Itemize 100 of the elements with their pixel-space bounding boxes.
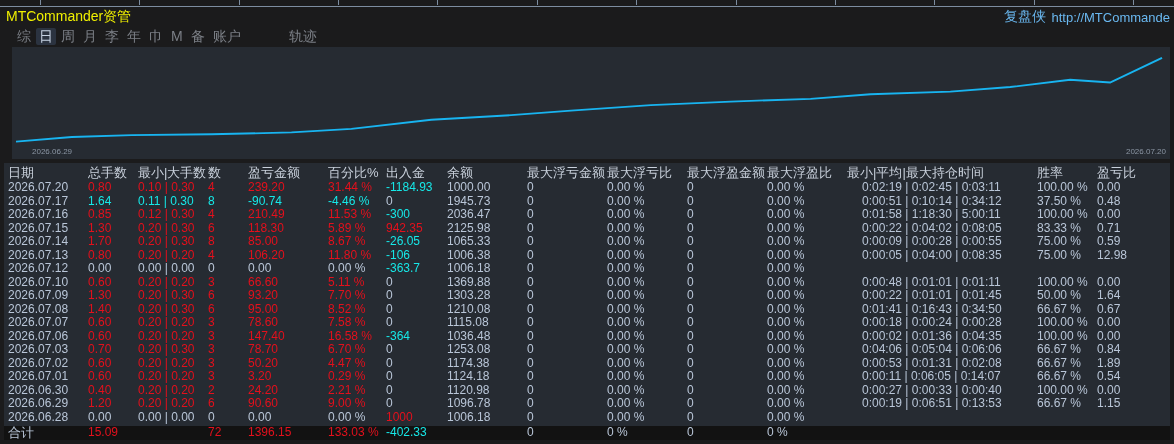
period-tab[interactable]: 巾 xyxy=(146,27,166,45)
table-cell-text: 0.00 | 0.00 xyxy=(138,410,196,424)
column-header: 盈亏金额 xyxy=(248,165,301,181)
table-cell-text: 0.00 % xyxy=(767,383,806,397)
time-cell-text: 0:00:48 | 0:01:01 | 0:01:11 xyxy=(861,275,1002,289)
table-cell-text: 4.47 % xyxy=(328,356,367,370)
column-header: 最大浮盈金额 xyxy=(687,165,766,181)
table-cell-text: 0.00 % xyxy=(767,289,806,303)
column-header: 日期 xyxy=(8,165,35,181)
table-cell-text: 0 xyxy=(687,289,695,303)
table-cell-text: 4 xyxy=(208,208,216,222)
table-cell-text: 0.00 % xyxy=(607,289,646,303)
table-cell-text: -90.74 xyxy=(248,194,284,208)
table-cell-text: 50.20 xyxy=(248,356,280,370)
column-header: 胜率 xyxy=(1037,165,1064,181)
table-cell-text: 2036.47 xyxy=(447,208,492,222)
total-label: 合计 xyxy=(8,426,35,440)
table-cell-text: 1096.78 xyxy=(447,397,492,411)
table-cell-text: 0.00 | 0.00 xyxy=(138,262,196,276)
table-cell-text: 3 xyxy=(208,329,216,343)
table-cell-text: 95.00 xyxy=(248,302,280,316)
table-cell-text: 0 xyxy=(527,208,535,222)
axis-label: 2026.06.29 xyxy=(32,147,73,156)
table-cell-text: 66.67 % xyxy=(1037,370,1083,384)
table-cell-text: 0.48 xyxy=(1097,194,1122,208)
period-tab[interactable]: 账户 xyxy=(209,27,244,45)
table-cell-text: 0 xyxy=(687,302,695,316)
table-cell-text: 1253.08 xyxy=(447,343,492,357)
table-cell-text: 0.20 | 0.20 xyxy=(138,397,196,411)
table-cell-text: 0.00 xyxy=(1097,181,1122,195)
table-cell-text: 12.98 xyxy=(1097,248,1129,262)
table-cell-text: 5.11 % xyxy=(328,275,366,289)
table-cell-text: 0.67 xyxy=(1097,302,1122,316)
table-cell-text: 0.00 % xyxy=(607,208,646,222)
table-cell-text: 0 xyxy=(386,343,394,357)
table-cell-text: 0 xyxy=(386,383,394,397)
period-tab[interactable]: 轨迹 xyxy=(285,27,320,45)
table-cell-text: 50.00 % xyxy=(1037,289,1083,303)
table-cell-text: 0 xyxy=(527,275,535,289)
table-cell-text: 0.60 xyxy=(88,275,113,289)
table-cell-text: 0.60 xyxy=(88,356,113,370)
table-cell-text: 0 xyxy=(687,383,695,397)
table-cell-text: 66.67 % xyxy=(1037,397,1083,411)
table-cell-text: 3 xyxy=(208,343,216,357)
table-cell-text: 0.12 | 0.30 xyxy=(138,208,196,222)
table-cell-text: 6.70 % xyxy=(328,343,367,357)
time-cell-text: 0:00:11 | 0:06:05 | 0:14:07 xyxy=(861,370,1002,384)
table-cell-text: 0.00 % xyxy=(767,410,806,424)
period-tab[interactable]: 日 xyxy=(36,27,56,45)
table-cell-text: 0 xyxy=(687,208,695,222)
table-cell-text: 0.10 | 0.30 xyxy=(138,181,196,195)
table-cell-text: 75.00 % xyxy=(1037,248,1083,262)
app-title: MTCommander资管 xyxy=(6,8,132,26)
period-tab[interactable]: 备 xyxy=(187,27,208,45)
table-cell-text: 1124.18 xyxy=(447,370,491,384)
table-cell-text: 3 xyxy=(208,356,216,370)
table-cell-text: 1120.98 xyxy=(447,383,491,397)
table-cell-text: 0 xyxy=(527,194,535,208)
period-tab[interactable]: 李 xyxy=(102,27,122,45)
period-tab[interactable]: 月 xyxy=(80,27,100,45)
table-cell-text: 0 xyxy=(527,181,535,195)
time-cell-text: 0:02:19 | 0:02:45 | 0:03:11 xyxy=(861,181,1002,195)
table-cell-text: 1006.38 xyxy=(447,248,492,262)
table-cell-text: 0 xyxy=(687,194,695,208)
table-cell-text: 0.00 % xyxy=(328,410,367,424)
table-cell-text: 11.80 % xyxy=(328,248,373,262)
table-cell-text: 3 xyxy=(208,316,216,330)
table-cell-text: 0.00 % xyxy=(328,262,367,276)
table-cell-text: 24.20 xyxy=(248,383,280,397)
total-cell-text: 0 xyxy=(687,426,695,440)
time-cell-text: 0:00:27 | 0:00:33 | 0:00:40 xyxy=(861,383,1003,397)
table-cell-text: 0.00 % xyxy=(607,356,646,370)
table-cell-text: 0.20 | 0.30 xyxy=(138,289,196,303)
period-tab[interactable]: 年 xyxy=(124,27,144,45)
total-cell-text: 0 xyxy=(527,426,535,440)
date-cell-text: 2026.07.07 xyxy=(8,316,70,330)
table-cell-text: 7.58 % xyxy=(328,316,367,330)
period-tab[interactable]: 周 xyxy=(58,27,78,45)
table-cell-text: 0.00 % xyxy=(607,235,646,249)
table-cell-text: 0 xyxy=(527,235,535,249)
table-cell-text: 66.60 xyxy=(248,275,280,289)
table-cell-text: 0.00 % xyxy=(607,383,646,397)
table-cell-text: 1369.88 xyxy=(447,275,492,289)
table-cell-text: 0.70 xyxy=(88,343,113,357)
time-cell-text: 0:00:51 | 0:10:14 | 0:34:12 xyxy=(861,194,1003,208)
period-tab[interactable]: M xyxy=(168,27,186,45)
time-cell-text: 0:00:02 | 0:01:36 | 0:04:35 xyxy=(861,329,1003,343)
period-tab[interactable]: 综 xyxy=(14,27,34,45)
table-cell-text: 0.00 % xyxy=(607,262,646,276)
table-cell-text: 0.20 | 0.30 xyxy=(138,343,196,357)
column-header: 数 xyxy=(208,165,222,181)
table-cell-text: 1.15 xyxy=(1097,397,1122,411)
table-cell-text: 0 xyxy=(687,370,695,384)
website-link[interactable]: http://MTCommande xyxy=(1051,9,1170,25)
table-cell-text: 0.00 % xyxy=(767,248,806,262)
table-cell-text: -364 xyxy=(386,329,412,343)
table-cell-text: 1303.28 xyxy=(447,289,492,303)
table-cell-text: 83.33 % xyxy=(1037,221,1083,235)
table-cell-text: 0.20 | 0.20 xyxy=(138,383,196,397)
table-cell-text: 0 xyxy=(687,235,695,249)
